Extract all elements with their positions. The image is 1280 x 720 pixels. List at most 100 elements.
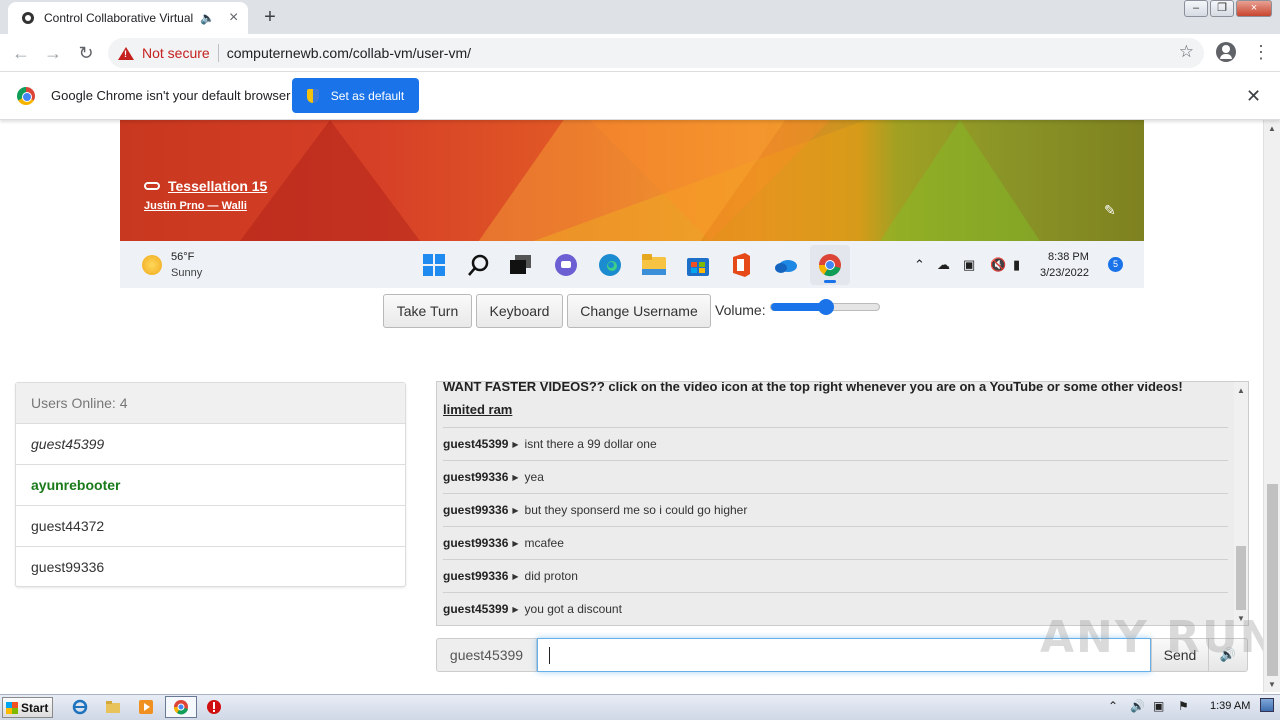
chrome-logo-icon (17, 87, 35, 105)
windows-flag-icon (6, 701, 18, 714)
vm-display[interactable]: Tessellation 15 Justin Prno — Walli ✎ 56… (120, 120, 1144, 288)
arrow-icon: ▶ (512, 439, 519, 449)
maximize-icon[interactable]: ❐ (1210, 0, 1234, 17)
chat-username-label: guest45399 (436, 638, 537, 672)
teams-chat-icon[interactable] (554, 253, 578, 277)
edit-pencil-icon[interactable]: ✎ (1104, 202, 1116, 219)
vm-clock-time: 8:38 PM (1047, 251, 1089, 263)
volume-handle[interactable] (818, 299, 834, 315)
edge-icon[interactable] (598, 253, 622, 277)
notification-badge[interactable]: 5 (1108, 257, 1123, 272)
show-desktop-icon[interactable] (1260, 698, 1274, 712)
stop-icon[interactable] (206, 699, 222, 715)
chrome-host-taskbar-button[interactable] (165, 696, 197, 718)
arrow-icon: ▶ (512, 538, 519, 548)
volume-tray-icon[interactable]: 🔊 (1130, 699, 1145, 713)
tab-audio-icon[interactable]: 🔈 (200, 11, 215, 25)
vm-clock[interactable]: 8:38 PM 3/23/2022 (1040, 249, 1089, 281)
anyrun-watermark: ANY RUN (1040, 612, 1279, 663)
wallpaper-author-link[interactable]: Justin Prno — Walli (144, 200, 247, 212)
chat-scrollbar[interactable]: ▲ ▼ (1234, 382, 1248, 625)
wallpaper-title-link[interactable]: Tessellation 15 (144, 178, 267, 194)
reload-icon[interactable]: ↻ (75, 42, 97, 64)
ie-icon[interactable] (72, 699, 88, 715)
tray-arrow-icon[interactable]: ⌃ (1108, 699, 1118, 713)
folder-icon[interactable] (105, 699, 121, 715)
onedrive-icon[interactable] (774, 257, 798, 273)
battery-icon[interactable]: ▮ (1013, 257, 1020, 273)
divider (217, 44, 219, 62)
network-icon[interactable]: ▣ (963, 257, 975, 273)
scroll-up-icon[interactable]: ▲ (1237, 386, 1245, 395)
text-caret (549, 647, 550, 664)
back-arrow-icon[interactable]: ← (10, 42, 32, 64)
chat-banner-link[interactable]: limited ram (443, 402, 1228, 428)
volume-slider[interactable] (770, 299, 880, 315)
host-clock[interactable]: 1:39 AM (1210, 700, 1250, 712)
search-icon[interactable] (468, 254, 490, 276)
action-center-flag-icon[interactable]: ⚑ (1178, 699, 1189, 713)
store-icon[interactable] (686, 253, 710, 277)
not-secure-label[interactable]: Not secure (142, 45, 210, 61)
file-explorer-icon[interactable] (642, 254, 666, 276)
scroll-down-icon[interactable]: ▼ (1268, 680, 1276, 689)
chat-username[interactable]: guest45399 (443, 602, 508, 616)
chat-username[interactable]: guest45399 (443, 437, 508, 451)
chevron-up-icon[interactable]: ⌃ (914, 257, 925, 273)
infobar-text: Google Chrome isn't your default browser (51, 88, 291, 103)
start-label: Start (21, 700, 49, 715)
keyboard-button[interactable]: Keyboard (476, 294, 563, 328)
scroll-up-icon[interactable]: ▲ (1268, 124, 1276, 133)
set-as-default-button[interactable]: Set as default (292, 78, 419, 113)
active-indicator (824, 280, 836, 283)
change-username-button[interactable]: Change Username (567, 294, 711, 328)
windows-start-icon[interactable] (423, 254, 445, 276)
chat-username[interactable]: guest99336 (443, 503, 508, 517)
chat-username[interactable]: guest99336 (443, 470, 508, 484)
user-list-item[interactable]: guest44372 (16, 506, 405, 547)
start-button[interactable]: Start (2, 697, 53, 718)
chat-message: guest45399 ▶ isnt there a 99 dollar one (443, 428, 1228, 461)
mute-speaker-icon[interactable]: 🔇 (990, 257, 1006, 273)
users-online-panel: Users Online: 4 guest45399 ayunrebooter … (15, 382, 406, 587)
chrome-taskbar-button[interactable] (810, 245, 850, 285)
volume-label: Volume: (715, 302, 766, 318)
browser-tab[interactable]: Control Collaborative Virtual Ma 🔈 × (8, 2, 248, 34)
warning-icon[interactable] (118, 46, 134, 60)
user-list-item[interactable]: ayunrebooter (16, 465, 405, 506)
media-player-icon[interactable] (138, 699, 154, 715)
minimize-icon[interactable]: – (1184, 0, 1208, 17)
url-text[interactable]: computernewb.com/collab-vm/user-vm/ (227, 45, 471, 61)
menu-kebab-icon[interactable]: ⋮ (1252, 42, 1270, 62)
user-list-item[interactable]: guest45399 (16, 424, 405, 465)
infobar-close-icon[interactable]: ✕ (1246, 86, 1261, 107)
set-as-default-label: Set as default (330, 88, 405, 103)
page-scrollbar[interactable]: ▲ ▼ (1263, 120, 1280, 692)
close-window-icon[interactable]: × (1236, 0, 1272, 17)
shield-icon (306, 88, 319, 103)
chat-username[interactable]: guest99336 (443, 536, 508, 550)
new-tab-button[interactable]: + (258, 6, 282, 28)
page-scroll-thumb[interactable] (1267, 484, 1278, 676)
vm-clock-date: 3/23/2022 (1040, 267, 1089, 279)
chat-scroll-thumb[interactable] (1236, 546, 1246, 610)
task-view-icon[interactable] (510, 255, 532, 275)
chat-panel[interactable]: WANT FASTER VIDEOS?? click on the video … (436, 381, 1249, 626)
chat-messages: WANT FASTER VIDEOS?? click on the video … (443, 382, 1228, 625)
network-tray-icon[interactable]: ▣ (1153, 699, 1164, 713)
address-bar[interactable]: Not secure computernewb.com/collab-vm/us… (108, 38, 1204, 68)
profile-avatar-icon[interactable] (1216, 42, 1236, 62)
office-icon[interactable] (730, 253, 752, 277)
sun-weather-icon[interactable] (142, 255, 162, 275)
onedrive-tray-icon[interactable]: ☁ (937, 257, 950, 273)
browser-toolbar: ← → ↻ Not secure computernewb.com/collab… (0, 34, 1280, 72)
user-list-item[interactable]: guest99336 (16, 547, 405, 588)
tab-close-icon[interactable]: × (229, 9, 238, 27)
bookmark-star-icon[interactable]: ☆ (1179, 42, 1194, 62)
take-turn-button[interactable]: Take Turn (383, 294, 472, 328)
chat-text: isnt there a 99 dollar one (524, 437, 657, 451)
forward-arrow-icon[interactable]: → (42, 42, 64, 64)
default-browser-infobar: Google Chrome isn't your default browser (0, 72, 1280, 120)
chat-username[interactable]: guest99336 (443, 569, 508, 583)
chat-text: did proton (524, 569, 578, 583)
